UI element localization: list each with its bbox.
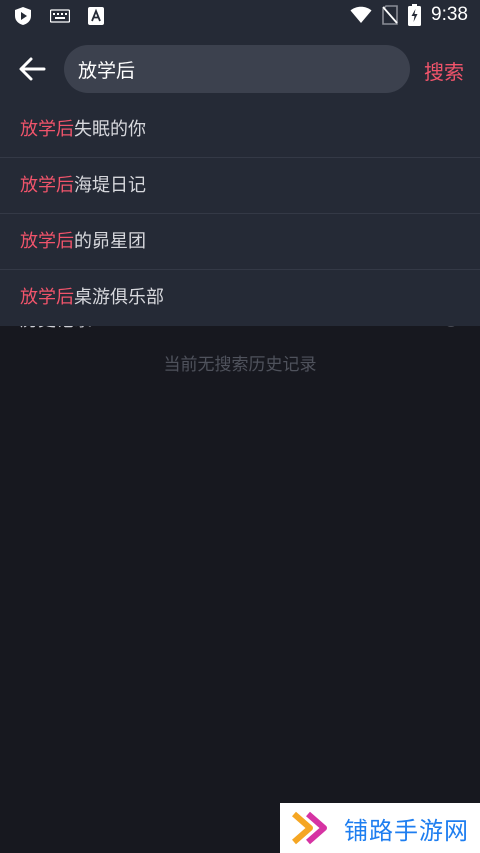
suggestion-rest: 的昴星团	[74, 231, 146, 252]
suggestion-rest: 桌游俱乐部	[74, 287, 164, 308]
suggestion-highlight: 放学后	[20, 231, 74, 252]
status-bar: 9:38	[0, 0, 480, 34]
back-button[interactable]	[16, 54, 48, 84]
play-shield-icon	[14, 6, 32, 26]
suggestion-list: 放学后失眠的你 放学后海堤日记 放学后的昴星团 放学后桌游俱乐部	[0, 102, 480, 326]
search-box[interactable]	[64, 45, 410, 93]
suggestion-highlight: 放学后	[20, 287, 74, 308]
search-input[interactable]	[78, 45, 398, 93]
font-a-icon	[88, 7, 104, 25]
keyboard-icon	[50, 9, 70, 23]
suggestion-item[interactable]: 放学后的昴星团	[0, 214, 480, 270]
suggestion-item[interactable]: 放学后海堤日记	[0, 158, 480, 214]
search-header: 搜索	[0, 34, 480, 102]
wifi-icon	[350, 6, 372, 24]
suggestion-rest: 失眠的你	[74, 119, 146, 140]
suggestion-rest: 海堤日记	[74, 175, 146, 196]
suggestion-item[interactable]: 放学后失眠的你	[0, 102, 480, 158]
history-empty-text: 当前无搜索历史记录	[163, 355, 317, 375]
watermark: 铺路手游网	[280, 803, 480, 853]
clock-time: 9:38	[431, 4, 468, 25]
suggestion-highlight: 放学后	[20, 175, 74, 196]
watermark-text: 铺路手游网	[344, 816, 469, 845]
suggestion-highlight: 放学后	[20, 119, 74, 140]
no-sim-icon	[382, 5, 398, 25]
battery-charging-icon	[408, 4, 422, 26]
double-chevron-logo-icon	[292, 810, 336, 846]
arrow-left-icon	[19, 57, 46, 81]
search-button[interactable]: 搜索	[424, 56, 464, 85]
suggestion-item[interactable]: 放学后桌游俱乐部	[0, 270, 480, 326]
